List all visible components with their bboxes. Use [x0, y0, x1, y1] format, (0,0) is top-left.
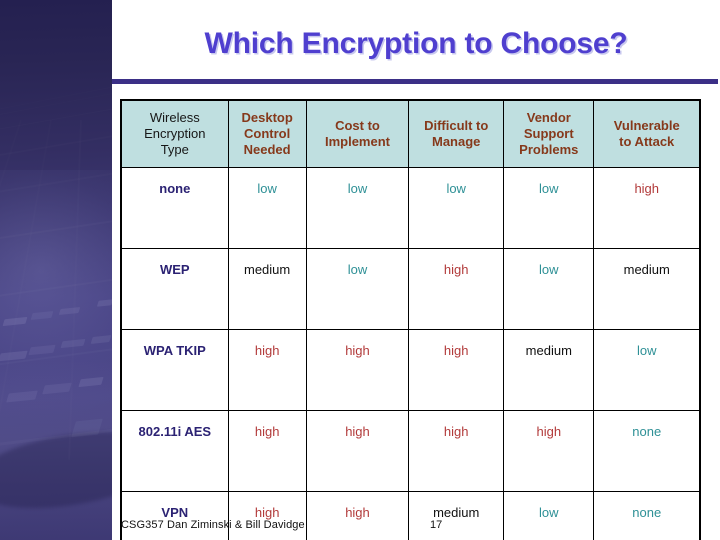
cell-vendor-support-problems: medium [504, 330, 594, 411]
footer-credit: CSG357 Dan Ziminski & Bill Davidge [121, 519, 305, 531]
title-underline-rule [112, 79, 718, 84]
cell-difficult-to-manage: high [409, 330, 504, 411]
cell-desktop-control-needed: low [228, 168, 306, 249]
cell-vulnerable-to-attack: high [594, 168, 700, 249]
header-line: Needed [229, 142, 306, 158]
table-body: Wireless Encryption Type Desktop Control… [121, 100, 700, 540]
header-line: Difficult to [409, 118, 503, 134]
header-line: to Attack [594, 134, 699, 150]
cell-cost-to-implement: high [306, 411, 409, 492]
column-header-desktop-control-needed: Desktop Control Needed [228, 100, 306, 168]
header-line: Implement [307, 134, 409, 150]
row-label: WEP [121, 249, 228, 330]
cell-difficult-to-manage: low [409, 168, 504, 249]
column-header-wireless-encryption-type: Wireless Encryption Type [121, 100, 228, 168]
page-title: Which Encryption to Choose? [112, 27, 720, 61]
header-line: Cost to [307, 118, 409, 134]
header-line: Control [229, 126, 306, 142]
cell-cost-to-implement: high [306, 330, 409, 411]
cell-desktop-control-needed: high [228, 411, 306, 492]
comparison-table-wrapper: Wireless Encryption Type Desktop Control… [120, 99, 701, 540]
row-label: none [121, 168, 228, 249]
decorative-sidebar-graphic [0, 0, 112, 540]
cell-vulnerable-to-attack: medium [594, 249, 700, 330]
cell-cost-to-implement: low [306, 168, 409, 249]
header-line: Problems [504, 142, 593, 158]
cell-difficult-to-manage: high [409, 249, 504, 330]
encryption-comparison-table: Wireless Encryption Type Desktop Control… [120, 99, 701, 540]
slide-canvas: Which Encryption to Choose? Wireless Enc… [0, 0, 720, 540]
cell-cost-to-implement: low [306, 249, 409, 330]
column-header-vulnerable-to-attack: Vulnerable to Attack [594, 100, 700, 168]
table-row: WPA TKIP high high high medium low [121, 330, 700, 411]
header-line: Desktop [229, 110, 306, 126]
row-label: 802.11i AES [121, 411, 228, 492]
column-header-cost-to-implement: Cost to Implement [306, 100, 409, 168]
table-row: WEP medium low high low medium [121, 249, 700, 330]
cell-desktop-control-needed: medium [228, 249, 306, 330]
header-line: Vulnerable [594, 118, 699, 134]
header-line: Encryption [122, 126, 228, 142]
column-header-difficult-to-manage: Difficult to Manage [409, 100, 504, 168]
row-label: VPN [121, 492, 228, 540]
header-line: Vendor [504, 110, 593, 126]
cell-vulnerable-to-attack: none [594, 492, 700, 540]
column-header-vendor-support-problems: Vendor Support Problems [504, 100, 594, 168]
header-line: Manage [409, 134, 503, 150]
cell-vendor-support-problems: low [504, 168, 594, 249]
header-line: Support [504, 126, 593, 142]
header-line: Wireless [122, 110, 228, 126]
cell-difficult-to-manage: high [409, 411, 504, 492]
cell-vendor-support-problems: low [504, 492, 594, 540]
row-label: WPA TKIP [121, 330, 228, 411]
cell-desktop-control-needed: high [228, 492, 306, 540]
table-header-row: Wireless Encryption Type Desktop Control… [121, 100, 700, 168]
table-row: none low low low low high [121, 168, 700, 249]
header-line: Type [122, 142, 228, 158]
cell-difficult-to-manage: medium [409, 492, 504, 540]
table-row: 802.11i AES high high high high none [121, 411, 700, 492]
cell-vulnerable-to-attack: low [594, 330, 700, 411]
footer-page-number: 17 [430, 519, 442, 531]
cell-vendor-support-problems: high [504, 411, 594, 492]
table-row: VPN high high medium low none [121, 492, 700, 540]
cell-vulnerable-to-attack: none [594, 411, 700, 492]
cell-desktop-control-needed: high [228, 330, 306, 411]
cell-cost-to-implement: high [306, 492, 409, 540]
cell-vendor-support-problems: low [504, 249, 594, 330]
